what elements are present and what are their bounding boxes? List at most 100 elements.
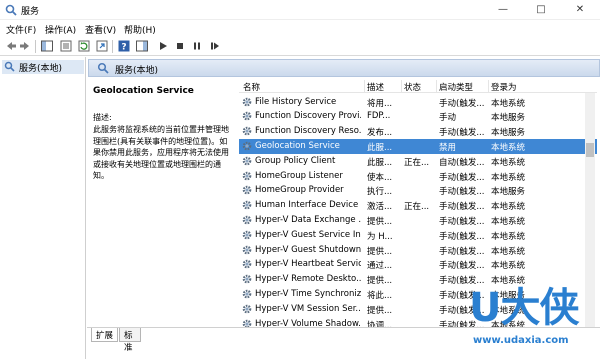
service-status-cell: 正在... bbox=[404, 202, 430, 213]
service-startup-type-cell: 手动(触发... bbox=[439, 261, 485, 272]
service-startup-type-cell: 手动(触发... bbox=[439, 216, 485, 227]
service-logon-cell: 本地服务 bbox=[491, 113, 526, 124]
menu-action[interactable]: 操作(A) bbox=[45, 23, 76, 36]
service-description-cell: 为 H... bbox=[367, 231, 393, 242]
service-status-cell: 正在... bbox=[404, 157, 430, 168]
play-icon[interactable] bbox=[157, 40, 169, 52]
service-name-cell: Hyper-V Data Exchange ... bbox=[255, 214, 361, 225]
service-name-cell: Hyper-V Heartbeat Service bbox=[255, 259, 361, 270]
table-row[interactable]: Group Policy Client 此服... 正在... 自动(触发... 本地系… bbox=[239, 154, 597, 169]
service-description-cell: 此服... bbox=[367, 157, 393, 168]
column-header-startup-type[interactable]: 启动类型 bbox=[439, 81, 473, 93]
column-divider[interactable] bbox=[401, 80, 402, 92]
services-app-icon bbox=[5, 4, 17, 16]
table-row[interactable]: HomeGroup Provider 执行... 手动(触发... 本地服务 bbox=[239, 183, 597, 198]
table-row[interactable]: Human Interface Device ... 激活... 正在... 手动(触… bbox=[239, 198, 597, 213]
column-header-logon-as[interactable]: 登录为 bbox=[491, 81, 517, 93]
service-startup-type-cell: 手动(触发... bbox=[439, 231, 485, 242]
toolbar: ? bbox=[0, 37, 600, 56]
service-gear-icon bbox=[241, 273, 253, 285]
toolbar-separator bbox=[112, 40, 113, 53]
service-gear-icon bbox=[241, 303, 253, 315]
service-logon-cell: 本地系统 bbox=[491, 172, 526, 183]
svg-text:?: ? bbox=[121, 43, 126, 53]
service-logon-cell: 本地系统 bbox=[491, 157, 526, 168]
menu-bar: 文件(F) 操作(A) 查看(V) 帮助(H) bbox=[0, 20, 600, 37]
table-row[interactable]: Function Discovery Reso... 发布... 手动(触发... 本… bbox=[239, 124, 597, 139]
restart-icon[interactable] bbox=[209, 40, 221, 52]
description-text: 此服务将监视系统的当前位置并管理地理围栏(具有关联事件的地理位置)。如果你禁用此… bbox=[93, 125, 229, 180]
service-description-cell: 提供... bbox=[367, 216, 393, 227]
tab-extended[interactable]: 扩展 bbox=[91, 328, 118, 342]
service-startup-type-cell: 禁用 bbox=[439, 142, 457, 153]
service-name-cell: HomeGroup Provider bbox=[255, 185, 344, 196]
service-name-cell: Function Discovery Provi... bbox=[255, 111, 361, 122]
service-logon-cell: 本地系统 bbox=[491, 246, 526, 257]
tab-standard[interactable]: 标准 bbox=[119, 328, 141, 353]
column-header-name[interactable]: 名称 bbox=[243, 81, 260, 93]
watermark-logo: U大侠 bbox=[469, 285, 579, 331]
udaxia-watermark: U大侠 www.udaxia.com bbox=[455, 285, 600, 359]
service-gear-icon bbox=[241, 170, 253, 182]
column-divider[interactable] bbox=[436, 80, 437, 92]
table-header: 名称 描述 状态 启动类型 登录为 bbox=[239, 79, 597, 93]
services-icon bbox=[4, 61, 15, 72]
services-icon bbox=[97, 62, 109, 74]
service-name-cell: Hyper-V Remote Deskto... bbox=[255, 274, 361, 285]
forward-icon[interactable] bbox=[19, 40, 31, 52]
service-logon-cell: 本地系统 bbox=[491, 98, 526, 109]
pause-icon[interactable] bbox=[191, 40, 203, 52]
table-row[interactable]: Hyper-V Guest Service In... 为 H... 手动(触发..… bbox=[239, 228, 597, 243]
refresh-icon[interactable] bbox=[78, 40, 90, 52]
menu-file[interactable]: 文件(F) bbox=[6, 23, 36, 36]
action-pane-icon[interactable] bbox=[136, 40, 148, 52]
maximize-button[interactable]: □ bbox=[522, 0, 560, 20]
column-header-status[interactable]: 状态 bbox=[404, 81, 421, 93]
console-tree-icon[interactable] bbox=[41, 40, 53, 52]
help-icon[interactable]: ? bbox=[118, 40, 130, 52]
service-gear-icon bbox=[241, 140, 253, 152]
service-name-cell: Hyper-V Time Synchroniz... bbox=[255, 288, 361, 299]
service-gear-icon bbox=[241, 214, 253, 226]
service-name-cell: Geolocation Service bbox=[255, 140, 340, 151]
title-bar: 服务 — □ ✕ bbox=[0, 0, 600, 20]
service-gear-icon bbox=[241, 110, 253, 122]
table-row[interactable]: File History Service 将用... 手动(触发... 本地系统 bbox=[239, 95, 597, 110]
column-divider[interactable] bbox=[364, 80, 365, 92]
minimize-button[interactable]: — bbox=[484, 0, 522, 20]
service-description-cell: 执行... bbox=[367, 187, 393, 198]
service-gear-icon bbox=[241, 184, 253, 196]
table-row[interactable]: Hyper-V Guest Shutdown... 提供... 手动(触发... 本地… bbox=[239, 243, 597, 258]
service-description-cell: FDP... bbox=[367, 111, 391, 122]
service-description-cell: 提供... bbox=[367, 305, 393, 316]
table-row[interactable]: HomeGroup Listener 使本... 手动(触发... 本地系统 bbox=[239, 169, 597, 184]
description-label: 描述: bbox=[93, 113, 112, 122]
service-logon-cell: 本地服务 bbox=[491, 128, 526, 139]
pane-header: 服务(本地) bbox=[88, 59, 600, 77]
service-startup-type-cell: 手动(触发... bbox=[439, 128, 485, 139]
export-icon[interactable] bbox=[96, 40, 108, 52]
table-row[interactable]: Hyper-V Data Exchange ... 提供... 手动(触发... 本地… bbox=[239, 213, 597, 228]
properties-icon[interactable] bbox=[60, 40, 72, 52]
selected-service-name: Geolocation Service bbox=[93, 86, 194, 96]
table-row[interactable]: Hyper-V Heartbeat Service 通过... 手动(触发... 本地… bbox=[239, 257, 597, 272]
back-icon[interactable] bbox=[5, 40, 17, 52]
service-description-cell: 将此... bbox=[367, 290, 393, 301]
table-row[interactable]: Geolocation Service 此服... 禁用 本地系统 bbox=[239, 138, 597, 154]
close-button[interactable]: ✕ bbox=[561, 0, 599, 20]
column-divider[interactable] bbox=[488, 80, 489, 92]
menu-help[interactable]: 帮助(H) bbox=[124, 23, 156, 36]
tree-item-services-local[interactable]: 服务(本地) bbox=[2, 60, 84, 74]
watermark-url: www.udaxia.com bbox=[473, 335, 569, 346]
table-row[interactable]: Function Discovery Provi... FDP... 手动 本地服务 bbox=[239, 109, 597, 124]
column-header-description[interactable]: 描述 bbox=[367, 81, 384, 93]
scrollbar-thumb[interactable] bbox=[586, 143, 594, 157]
stop-icon[interactable] bbox=[174, 40, 186, 52]
service-description-cell: 激活... bbox=[367, 202, 393, 213]
service-name-cell: Group Policy Client bbox=[255, 155, 336, 166]
service-startup-type-cell: 自动(触发... bbox=[439, 157, 485, 168]
menu-view[interactable]: 查看(V) bbox=[85, 23, 116, 36]
service-description-cell: 此服... bbox=[367, 142, 393, 153]
service-gear-icon bbox=[241, 155, 253, 167]
service-gear-icon bbox=[241, 258, 253, 270]
